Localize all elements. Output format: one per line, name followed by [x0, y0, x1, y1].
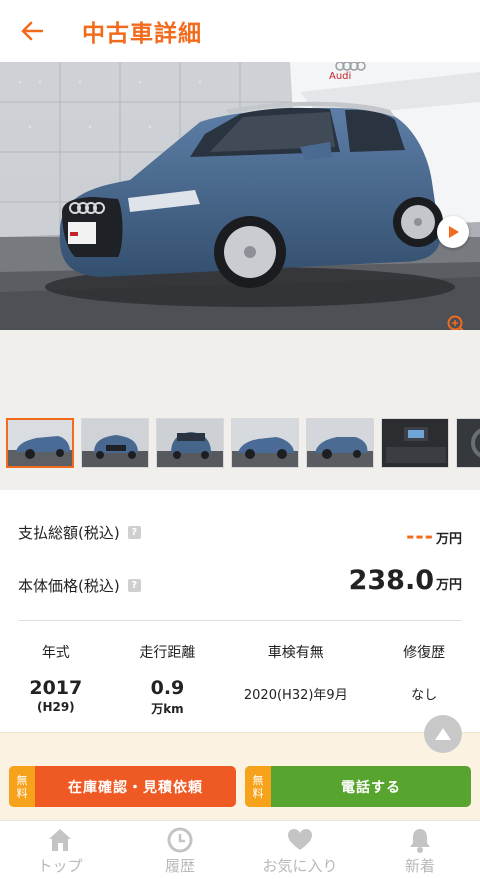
bottom-tab-bar: トップ 履歴 お気に入り 新着 [0, 820, 480, 879]
brand-sign-text: Audi [329, 71, 351, 82]
total-price-label: 支払総額(税込) [18, 524, 120, 542]
free-badge: 無 料 [9, 766, 35, 807]
car-main-photo[interactable]: Audi [0, 62, 480, 330]
body-price-unit: 万円 [435, 578, 462, 593]
play-video-button[interactable] [437, 216, 469, 248]
spec-mileage-label: 走行距離 [139, 645, 196, 661]
spec-year: 年式 2017 (H29) [0, 642, 112, 717]
body-price-value: 238.0 [348, 565, 434, 596]
spec-inspection: 車検有無 2020(H32)年9月 [223, 642, 368, 717]
free-badge: 無 料 [245, 766, 271, 807]
inquiry-button[interactable]: 無 料 在庫確認・見積依頼 [9, 766, 236, 807]
free-badge-bottom: 料 [252, 786, 264, 800]
spec-year-label: 年式 [41, 645, 70, 661]
body-price-label: 本体価格(税込) [18, 577, 120, 595]
spec-year-sub: (H29) [36, 700, 75, 714]
spec-repair-label: 修復歴 [403, 645, 446, 661]
back-button[interactable] [18, 17, 46, 45]
app-header: 中古車詳細 [0, 0, 480, 62]
spec-mileage-unit: 万km [151, 702, 184, 716]
free-badge-bottom: 料 [16, 786, 28, 800]
free-badge-top: 無 [252, 773, 264, 787]
zoom-button[interactable] [446, 314, 468, 330]
clock-icon [167, 827, 193, 853]
car-info-section: 支払総額(税込) ? --- 万円 本体価格(税込) ? 238.0 万円 年式… [0, 492, 480, 732]
divider [18, 620, 462, 621]
spec-mileage-value: 0.9 [150, 677, 185, 699]
tab-new[interactable]: 新着 [360, 821, 480, 879]
thumbnail-2[interactable] [81, 418, 149, 468]
call-button-label: 電話する [341, 779, 401, 796]
play-icon [449, 226, 459, 238]
tab-favorites-label: お気に入り [262, 857, 338, 875]
call-button[interactable]: 無 料 電話する [245, 766, 471, 807]
tab-new-label: 新着 [404, 857, 435, 875]
home-icon [49, 829, 71, 851]
total-price-unit: 万円 [435, 532, 462, 547]
total-price-row: 支払総額(税込) ? --- 万円 [18, 522, 462, 548]
tab-history-label: 履歴 [164, 857, 195, 875]
spec-table: 年式 2017 (H29) 走行距離 0.9 万km 車検有無 2020(H32… [0, 642, 480, 717]
spec-inspection-label: 車検有無 [267, 645, 324, 661]
spec-repair-value: なし [411, 688, 438, 703]
heart-icon [288, 829, 312, 850]
thumbnail-strip[interactable] [6, 418, 480, 472]
inquiry-button-label: 在庫確認・見積依頼 [68, 779, 203, 796]
tab-history[interactable]: 履歴 [120, 821, 240, 879]
body-price-row: 本体価格(税込) ? 238.0 万円 [18, 565, 462, 596]
total-price-value-wrap: --- 万円 [406, 524, 462, 548]
total-price-value: --- [406, 524, 434, 548]
body-price-help-icon[interactable]: ? [127, 579, 141, 592]
zoom-icon [447, 315, 464, 330]
body-price-value-wrap: 238.0 万円 [349, 565, 462, 596]
spec-year-value: 2017 [29, 677, 83, 699]
total-price-help-icon[interactable]: ? [127, 526, 141, 539]
thumbnail-4[interactable] [231, 418, 299, 468]
arrow-up-icon [435, 728, 451, 740]
thumbnail-6[interactable] [381, 418, 449, 468]
bell-icon [410, 829, 430, 853]
free-badge-top: 無 [16, 773, 28, 787]
car-photo-illustration: Audi [0, 62, 480, 330]
spec-mileage: 走行距離 0.9 万km [112, 642, 224, 717]
cta-bar: 無 料 在庫確認・見積依頼 無 料 電話する [0, 732, 480, 820]
spec-inspection-value: 2020(H32)年9月 [243, 688, 348, 703]
arrow-left-icon [21, 21, 43, 41]
tab-top-label: トップ [37, 857, 83, 875]
thumbnail-3[interactable] [156, 418, 224, 468]
scroll-to-top-button[interactable] [424, 715, 462, 753]
thumbnail-7[interactable] [456, 418, 480, 468]
thumbnail-1[interactable] [6, 418, 74, 468]
tab-favorites[interactable]: お気に入り [240, 821, 360, 879]
tab-top[interactable]: トップ [0, 821, 120, 879]
thumbnail-5[interactable] [306, 418, 374, 468]
spec-repair: 修復歴 なし [368, 642, 480, 717]
page-title: 中古車詳細 [82, 21, 202, 47]
